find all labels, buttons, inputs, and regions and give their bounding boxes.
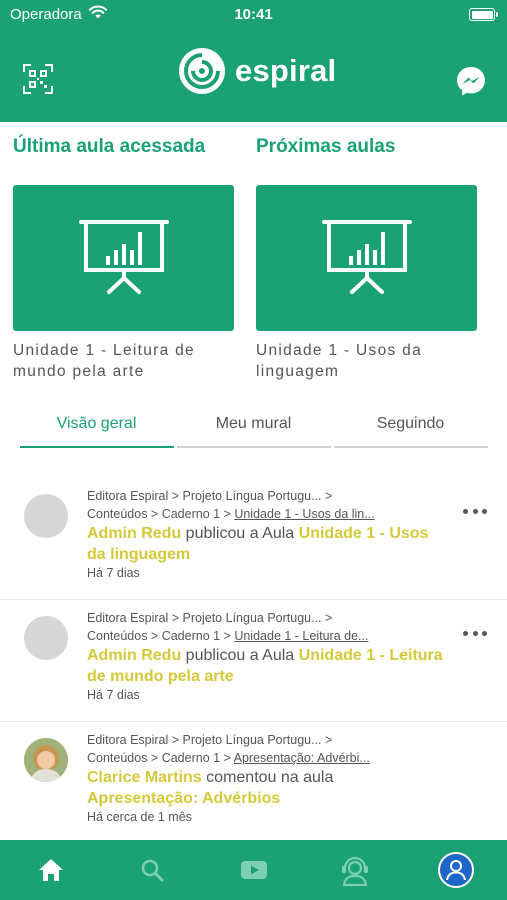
feed-item[interactable]: Editora Espiral > Projeto Língua Portugu… bbox=[0, 722, 507, 840]
presentation-chart-icon bbox=[321, 220, 412, 294]
next-lesson-caption[interactable]: Unidade 1 - Usos da linguagem bbox=[256, 340, 477, 382]
home-icon bbox=[39, 859, 63, 881]
avatar[interactable] bbox=[24, 616, 68, 660]
last-lesson-caption[interactable]: Unidade 1 - Leitura de mundo pela arte bbox=[13, 340, 234, 382]
breadcrumb-path: Conteúdos > Caderno 1 > bbox=[87, 507, 235, 521]
breadcrumb-link[interactable]: Apresentação: Advérbi... bbox=[234, 751, 370, 765]
tab-visao-geral[interactable]: Visão geral bbox=[19, 408, 174, 448]
activity-text: Admin Redu publicou a Aula Unidade 1 - L… bbox=[87, 645, 447, 687]
activity-feed[interactable]: Editora Espiral > Projeto Língua Portugu… bbox=[0, 478, 507, 840]
avatar[interactable] bbox=[24, 494, 68, 538]
last-lesson-card[interactable] bbox=[13, 185, 234, 331]
breadcrumb[interactable]: Editora Espiral > Projeto Língua Portugu… bbox=[87, 611, 332, 625]
espiral-logo-icon bbox=[179, 48, 225, 94]
breadcrumb[interactable]: Editora Espiral > Projeto Língua Portugu… bbox=[87, 733, 332, 747]
user-photo bbox=[24, 738, 68, 782]
activity-text: Clarice Martins comentou na aula Apresen… bbox=[87, 767, 447, 809]
nav-search[interactable] bbox=[134, 852, 170, 888]
breadcrumb-link[interactable]: Unidade 1 - Leitura de... bbox=[234, 629, 368, 643]
more-options-icon[interactable] bbox=[463, 506, 487, 516]
video-icon bbox=[241, 861, 267, 879]
nav-home[interactable] bbox=[33, 852, 69, 888]
tab-seguindo[interactable]: Seguindo bbox=[333, 408, 488, 448]
author-name[interactable]: Admin Redu bbox=[87, 525, 181, 542]
activity-text: Admin Redu publicou a Aula Unidade 1 - U… bbox=[87, 523, 447, 565]
activity-action: publicou a Aula bbox=[181, 647, 299, 664]
nav-videos[interactable] bbox=[236, 852, 272, 888]
qr-code-icon[interactable] bbox=[22, 63, 54, 95]
feed-item[interactable]: Editora Espiral > Projeto Língua Portugu… bbox=[0, 478, 507, 600]
feed-tabs: Visão geral Meu mural Seguindo bbox=[18, 408, 489, 448]
breadcrumb[interactable]: Editora Espiral > Projeto Língua Portugu… bbox=[87, 489, 332, 503]
breadcrumb: Conteúdos > Caderno 1 > Unidade 1 - Usos… bbox=[87, 507, 375, 521]
next-lessons-title: Próximas aulas bbox=[256, 136, 396, 157]
next-lesson-card[interactable] bbox=[256, 185, 477, 331]
messenger-icon[interactable] bbox=[455, 65, 487, 97]
more-options-icon[interactable] bbox=[463, 628, 487, 638]
bottom-nav bbox=[0, 840, 507, 900]
search-icon bbox=[141, 859, 164, 882]
activity-action: publicou a Aula bbox=[181, 525, 299, 542]
author-name[interactable]: Admin Redu bbox=[87, 647, 181, 664]
profile-icon bbox=[438, 852, 474, 888]
activity-target[interactable]: Apresentação: Advérbios bbox=[87, 790, 280, 807]
timestamp: Há 7 dias bbox=[87, 688, 140, 702]
activity-action: comentou na aula bbox=[201, 769, 334, 786]
support-agent-icon bbox=[342, 856, 368, 886]
timestamp: Há 7 dias bbox=[87, 566, 140, 580]
feed-item[interactable]: Editora Espiral > Projeto Língua Portugu… bbox=[0, 600, 507, 722]
author-name[interactable]: Clarice Martins bbox=[87, 769, 202, 786]
avatar[interactable] bbox=[24, 738, 68, 782]
breadcrumb-path: Conteúdos > Caderno 1 > bbox=[87, 629, 235, 643]
breadcrumb-path: Conteúdos > Caderno 1 > bbox=[87, 751, 234, 765]
nav-profile[interactable] bbox=[438, 852, 474, 888]
tab-meu-mural[interactable]: Meu mural bbox=[176, 408, 331, 448]
breadcrumb-link[interactable]: Unidade 1 - Usos da lin... bbox=[234, 507, 374, 521]
app-name: espiral bbox=[235, 53, 337, 88]
status-time: 10:41 bbox=[234, 6, 273, 23]
breadcrumb: Conteúdos > Caderno 1 > Unidade 1 - Leit… bbox=[87, 629, 368, 643]
nav-support[interactable] bbox=[337, 852, 373, 888]
status-bar: Operadora 10:41 bbox=[0, 0, 507, 30]
presentation-chart-icon bbox=[78, 220, 169, 294]
battery-icon bbox=[469, 8, 498, 21]
app-header: espiral bbox=[0, 30, 507, 122]
timestamp: Há cerca de 1 mês bbox=[87, 810, 192, 824]
breadcrumb: Conteúdos > Caderno 1 > Apresentação: Ad… bbox=[87, 751, 370, 765]
espiral-logo: espiral bbox=[178, 46, 336, 96]
last-lesson-title: Última aula acessada bbox=[13, 136, 206, 157]
